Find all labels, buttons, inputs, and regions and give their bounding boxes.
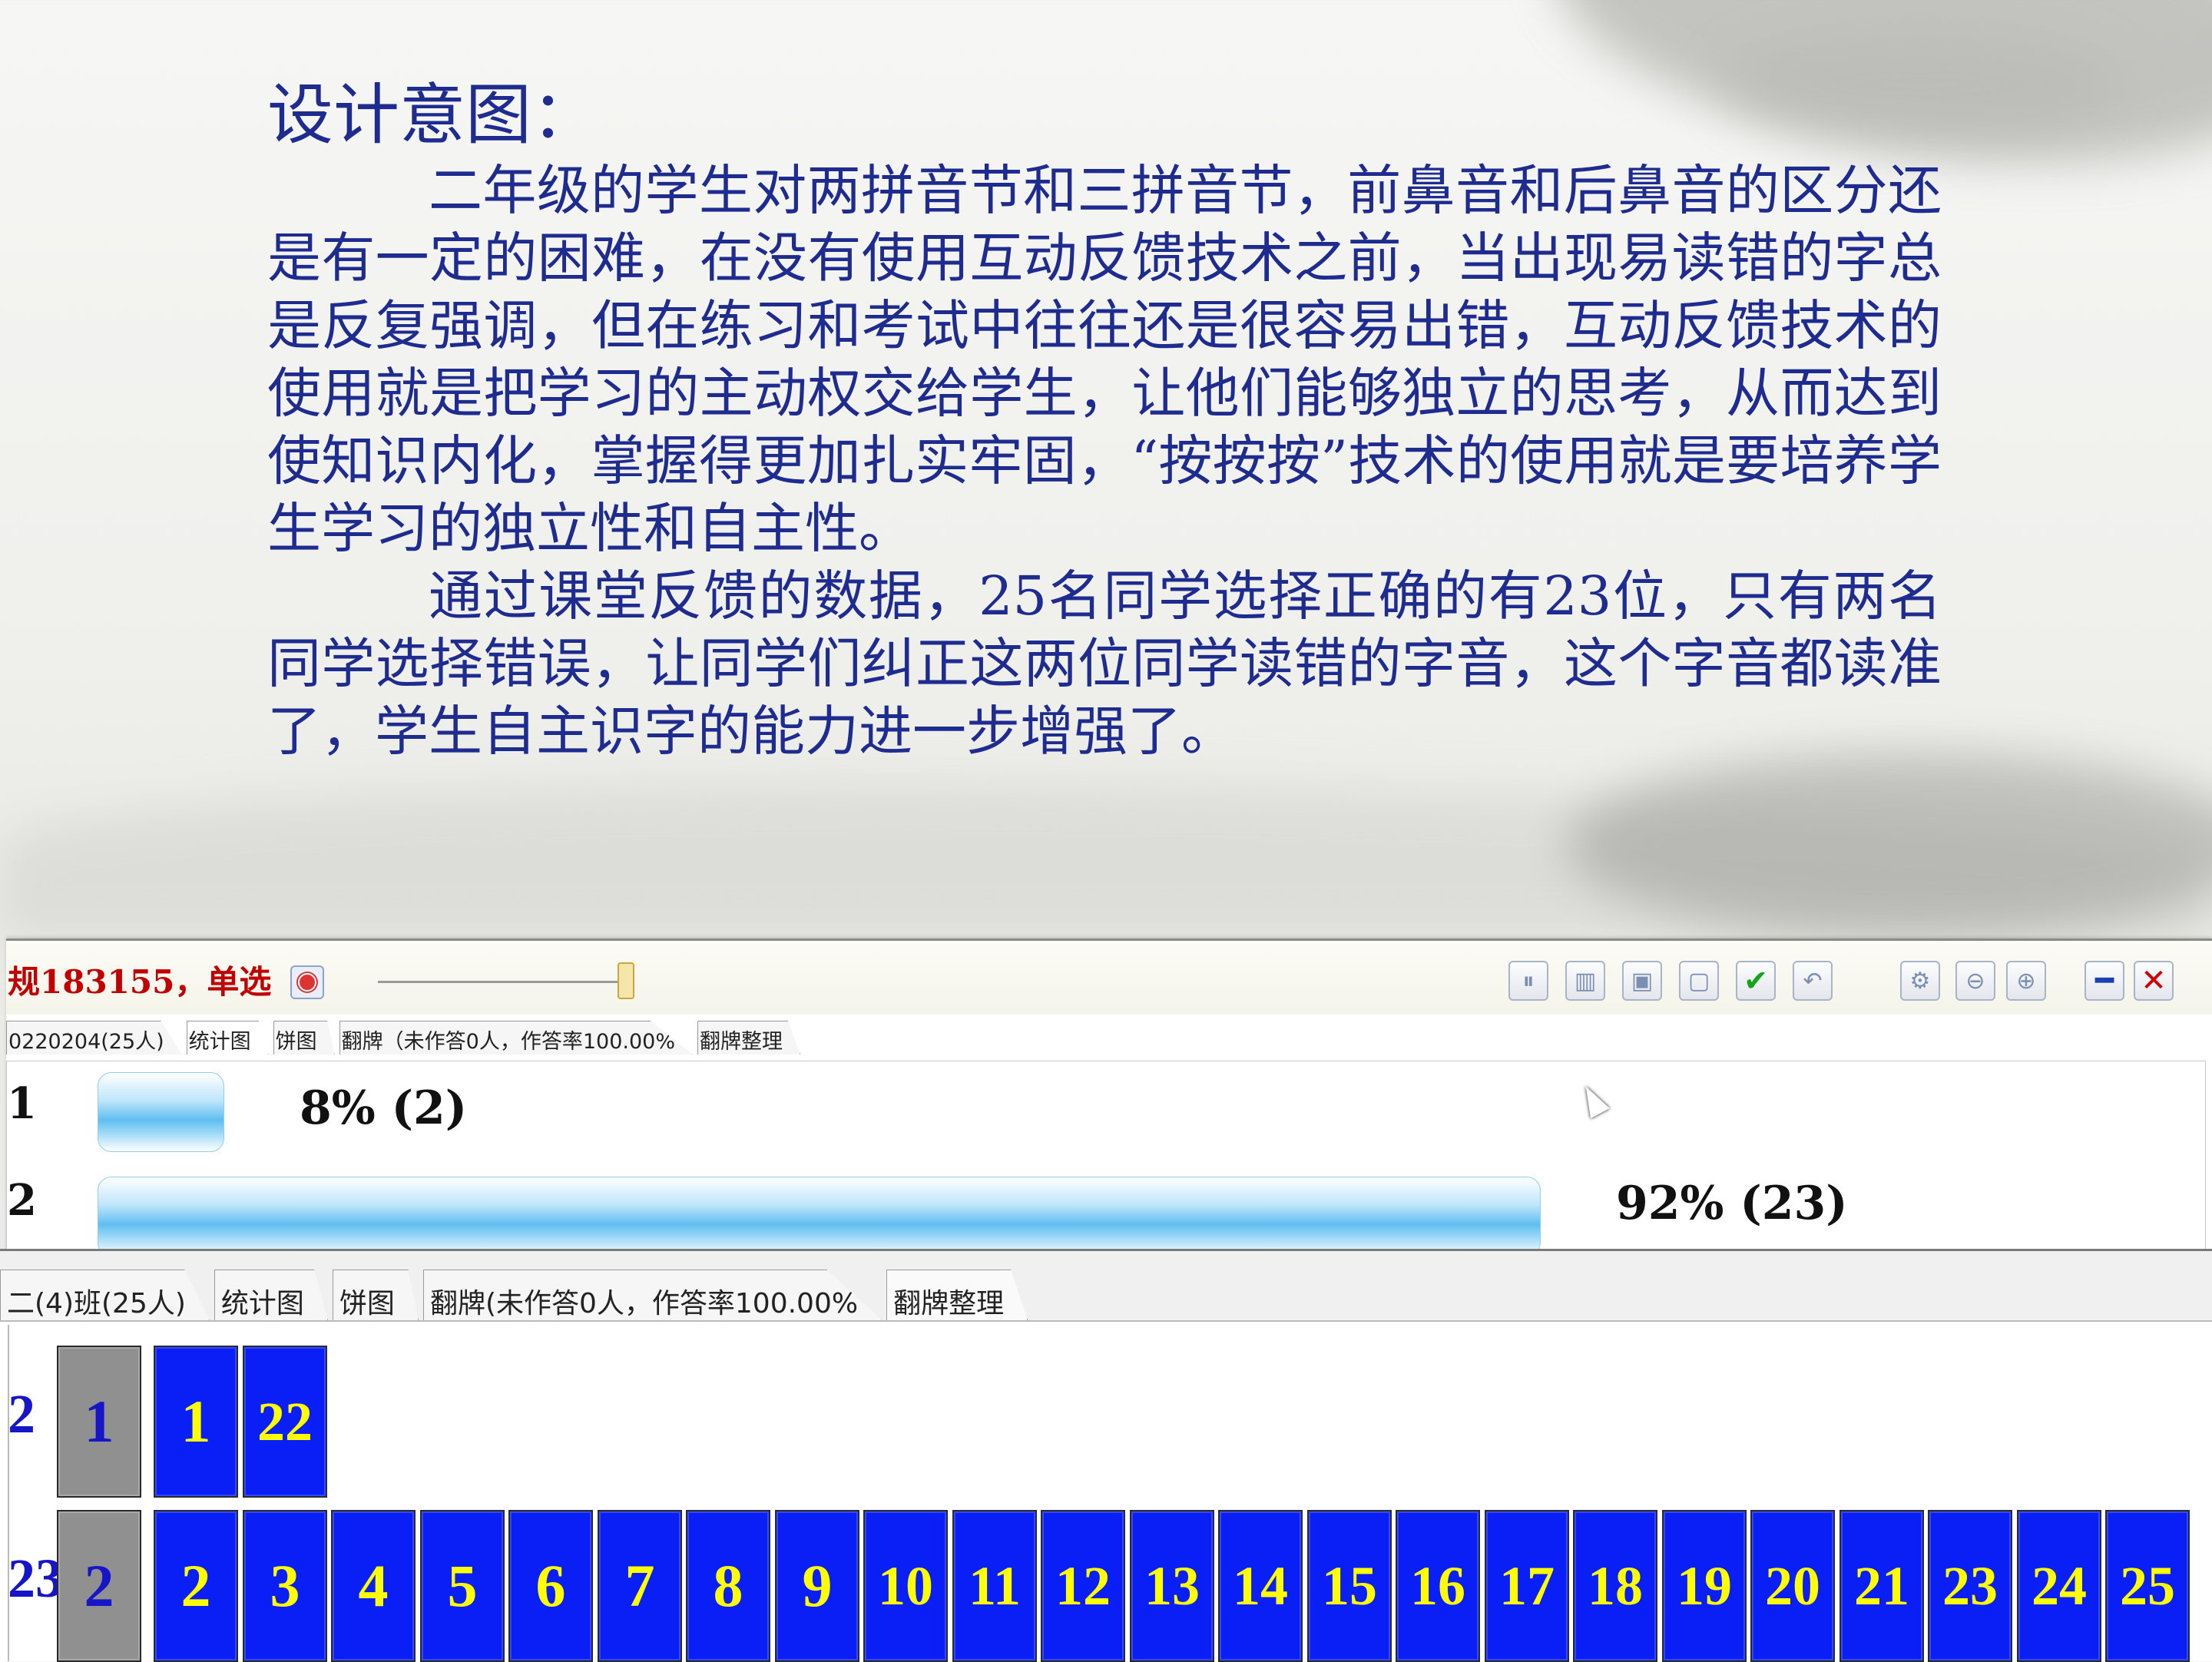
slide-paragraph-2: 通过课堂反馈的数据，25名同学选择正确的有23位，只有两名同学选择错误，让同学们… — [267, 564, 1942, 763]
check-icon[interactable]: ✔ — [1736, 961, 1776, 1001]
student-card[interactable]: 1 — [154, 1346, 238, 1498]
row-answer-count: 2 — [8, 1383, 35, 1445]
tab-class[interactable]: 二(4)班(25人) — [0, 1270, 210, 1320]
student-card[interactable]: 8 — [686, 1510, 770, 1662]
zoom-in-icon[interactable]: ⊕ — [2006, 961, 2046, 1001]
settings-icon[interactable]: ⚙ — [1900, 961, 1940, 1001]
close-icon[interactable]: ✕ — [2134, 961, 2174, 1001]
tab-statistics[interactable]: 统计图 — [186, 1021, 269, 1054]
student-card[interactable]: 15 — [1307, 1510, 1392, 1662]
student-card[interactable]: 10 — [863, 1510, 948, 1662]
grid-icon[interactable]: ▣ — [1622, 961, 1662, 1001]
bar-option-2 — [98, 1177, 1541, 1256]
student-card[interactable]: 18 — [1573, 1510, 1657, 1662]
slide-paragraph-1: 二年级的学生对两拼音节和三拼音节，前鼻音和后鼻音的区分还是有一定的困难，在没有使… — [267, 159, 1942, 560]
bar-option-1 — [98, 1072, 224, 1152]
student-card[interactable]: 6 — [508, 1510, 593, 1662]
bar-chart: 1 8% (2) 2 92% (23) — [6, 1061, 2206, 1256]
tab-class[interactable]: 0220204(25人) — [6, 1021, 182, 1054]
option-card[interactable]: 1 — [57, 1346, 141, 1498]
bar-category-label: 1 — [7, 1078, 37, 1129]
student-card[interactable]: 20 — [1750, 1510, 1835, 1662]
timer-slider-handle[interactable] — [618, 962, 634, 999]
slide-text-block: 设计意图： 二年级的学生对两拼音节和三拼音节，前鼻音和后鼻音的区分还是有一定的困… — [267, 74, 1942, 765]
pause-icon[interactable]: ⏸ — [1508, 961, 1548, 1001]
student-card[interactable]: 21 — [1839, 1510, 1924, 1662]
student-card[interactable]: 22 — [243, 1346, 327, 1498]
zoom-out-icon[interactable]: ⊖ — [1955, 961, 1995, 1001]
timer-slider[interactable] — [378, 981, 621, 983]
tab-statistics[interactable]: 统计图 — [214, 1270, 328, 1320]
record-icon[interactable] — [290, 965, 324, 999]
student-card[interactable]: 17 — [1485, 1510, 1569, 1662]
tab-flip[interactable]: 翻牌(未作答0人，作答率100.00% — [422, 1270, 882, 1320]
minimize-icon[interactable]: ━ — [2085, 961, 2124, 1001]
bar-value-label: 92% (23) — [1616, 1177, 1848, 1230]
bar-chart-icon[interactable]: ▥ — [1565, 961, 1605, 1001]
student-card[interactable]: 25 — [2105, 1510, 2190, 1662]
option-card[interactable]: 2 — [57, 1510, 141, 1662]
student-card[interactable]: 7 — [598, 1510, 682, 1662]
bar-category-label: 2 — [7, 1175, 37, 1226]
student-card[interactable]: 5 — [420, 1510, 505, 1662]
student-card[interactable]: 13 — [1130, 1510, 1214, 1662]
poll-title: 规183155，单选 — [8, 963, 272, 1001]
card-tabs: 二(4)班(25人) 统计图 饼图 翻牌(未作答0人，作答率100.00% 翻牌… — [0, 1251, 2212, 1322]
student-card[interactable]: 9 — [775, 1510, 859, 1662]
poll-tabs: 0220204(25人) 统计图 饼图 翻牌（未作答0人，作答率100.00% … — [6, 1021, 805, 1054]
student-card[interactable]: 2 — [154, 1510, 238, 1662]
tab-pie[interactable]: 饼图 — [273, 1021, 335, 1054]
student-card[interactable]: 4 — [331, 1510, 416, 1662]
undo-icon[interactable]: ↶ — [1793, 961, 1833, 1001]
tab-flip[interactable]: 翻牌（未作答0人，作答率100.00% — [339, 1021, 693, 1054]
poll-result-window: 规183155，单选 ⏸ ▥ ▣ ▢ ✔ ↶ ⚙ ⊖ ⊕ ━ ✕ 0220204… — [6, 939, 2212, 1256]
student-card[interactable]: 23 — [1928, 1510, 2012, 1662]
student-card[interactable]: 24 — [2017, 1510, 2101, 1662]
tab-pie[interactable]: 饼图 — [332, 1270, 419, 1320]
slide-heading: 设计意图： — [267, 77, 598, 154]
window-icon[interactable]: ▢ — [1679, 961, 1719, 1001]
student-card[interactable]: 16 — [1396, 1510, 1480, 1662]
student-card[interactable]: 12 — [1041, 1510, 1125, 1662]
student-card[interactable]: 3 — [243, 1510, 327, 1662]
student-card[interactable]: 19 — [1662, 1510, 1747, 1662]
poll-title-bar: 规183155，单选 ⏸ ▥ ▣ ▢ ✔ ↶ ⚙ ⊖ ⊕ ━ ✕ — [6, 941, 2212, 1015]
student-card[interactable]: 11 — [952, 1510, 1037, 1662]
row-answer-count: 23 — [8, 1548, 63, 1609]
bar-value-label: 8% (2) — [300, 1081, 468, 1135]
tab-flip-sort[interactable]: 翻牌整理 — [886, 1270, 1028, 1320]
tab-flip-sort[interactable]: 翻牌整理 — [697, 1021, 800, 1054]
student-card[interactable]: 14 — [1218, 1510, 1303, 1662]
